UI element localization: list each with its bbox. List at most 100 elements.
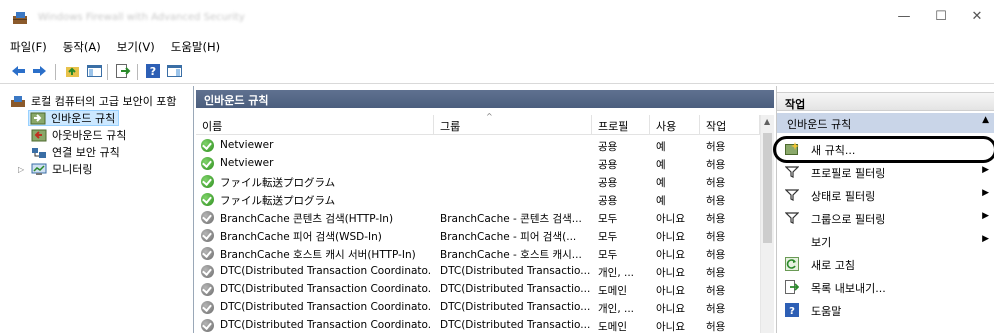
rules-vertical-scrollbar[interactable]: ▲ bbox=[760, 115, 774, 333]
menu-action[interactable]: 동작(A) bbox=[53, 36, 107, 56]
action-item[interactable]: 목록 내보내기... bbox=[777, 276, 994, 298]
cell-profile: 모두 bbox=[598, 231, 618, 243]
column-header-name[interactable]: 이름 bbox=[196, 115, 434, 134]
cell-action: 허용 bbox=[706, 159, 726, 171]
svg-text:?: ? bbox=[789, 306, 795, 317]
table-row[interactable]: ファイル転送プログラム 공용 예 허용 bbox=[196, 173, 760, 191]
tree-item-label: 인바운드 규칙 bbox=[51, 112, 116, 125]
actions-section-inbound-rules[interactable]: 인바운드 규칙 ▲ bbox=[777, 113, 994, 133]
action-item[interactable]: 프로필로 필터링 ▶ bbox=[777, 161, 994, 183]
tree-item-outbound-rules[interactable]: 아웃바운드 규칙 bbox=[31, 127, 126, 143]
filter-icon bbox=[785, 166, 799, 178]
rule-disabled-icon bbox=[201, 211, 214, 224]
action-item[interactable]: ? 도움말 bbox=[777, 299, 994, 321]
tree-item-label: 연결 보안 규칙 bbox=[52, 146, 120, 159]
cell-name: DTC(Distributed Transaction Coordinato..… bbox=[220, 301, 432, 313]
cell-group: BranchCache - 호스트 캐시... bbox=[440, 249, 582, 261]
action-item[interactable]: 그룹으로 필터링 ▶ bbox=[777, 207, 994, 229]
tree-item-connection-security-rules[interactable]: 연결 보안 규칙 bbox=[31, 144, 120, 160]
menu-view[interactable]: 보기(V) bbox=[107, 36, 161, 56]
tree-item-monitoring[interactable]: 모니터링 bbox=[31, 161, 92, 177]
cell-enabled: 예 bbox=[656, 141, 666, 153]
column-header-action[interactable]: 작업 bbox=[700, 115, 760, 134]
column-header-group[interactable]: 그룹 bbox=[434, 115, 592, 134]
cell-group: DTC(Distributed Transactio... bbox=[440, 301, 590, 313]
table-row[interactable]: DTC(Distributed Transaction Coordinato..… bbox=[196, 299, 760, 317]
action-item-label: 그룹으로 필터링 bbox=[811, 213, 886, 226]
action-item[interactable]: 보기 ▶ bbox=[777, 230, 994, 252]
scroll-up-icon[interactable]: ▲ bbox=[764, 117, 770, 126]
maximize-button[interactable]: ☐ bbox=[929, 8, 953, 26]
submenu-arrow-icon: ▶ bbox=[982, 211, 989, 221]
submenu-arrow-icon: ▶ bbox=[982, 234, 989, 244]
cell-name: DTC(Distributed Transaction Coordinato..… bbox=[220, 265, 432, 277]
cell-name: ファイル転送プログラム bbox=[220, 177, 336, 189]
cell-profile: 모두 bbox=[598, 213, 618, 225]
actions-panel: 작업 인바운드 규칙 ▲ 새 규칙... 프로필로 필터링 ▶ 상태로 필터링 ▶ 그룹으… bbox=[773, 86, 994, 333]
cell-action: 허용 bbox=[706, 195, 726, 207]
actions-title: 작업 bbox=[777, 92, 994, 111]
rules-panel: 인바운드 규칙 이름 그룹 프로필 사용 작업 ^ Netviewer 공용 예 허용… bbox=[196, 86, 774, 333]
menu-file[interactable]: 파일(F) bbox=[0, 36, 53, 56]
scrollbar-thumb[interactable] bbox=[763, 133, 772, 243]
navigation-tree: 로컬 컴퓨터의 고급 보안이 포함 인바운드 규칙 아웃바운드 규칙 연결 보안… bbox=[0, 86, 194, 333]
close-button[interactable]: ✕ bbox=[965, 8, 989, 26]
table-row[interactable]: DTC(Distributed Transaction Coordinato..… bbox=[196, 281, 760, 299]
collapse-up-icon[interactable]: ▲ bbox=[982, 115, 989, 125]
menu-help[interactable]: 도움말(H) bbox=[161, 36, 226, 56]
table-row[interactable]: BranchCache 콘텐츠 검색(HTTP-In) BranchCache -… bbox=[196, 209, 760, 227]
toolbar-separator bbox=[55, 64, 56, 80]
cell-group: DTC(Distributed Transactio... bbox=[440, 265, 590, 277]
minimize-button[interactable]: — bbox=[892, 8, 916, 26]
cell-group: BranchCache - 콘텐츠 검색... bbox=[440, 213, 582, 225]
cell-enabled: 예 bbox=[656, 195, 666, 207]
column-header-profile[interactable]: 프로필 bbox=[592, 115, 650, 134]
cell-action: 허용 bbox=[706, 249, 726, 261]
table-row[interactable]: BranchCache 호스트 캐시 서버(HTTP-In) BranchCach… bbox=[196, 245, 760, 263]
cell-name: Netviewer bbox=[220, 139, 274, 151]
cell-action: 허용 bbox=[706, 177, 726, 189]
properties-panel-icon[interactable] bbox=[166, 63, 183, 79]
tree-item-label: 모니터링 bbox=[52, 163, 93, 176]
forward-arrow-icon[interactable] bbox=[31, 63, 48, 79]
connection-security-icon bbox=[32, 147, 46, 158]
action-item[interactable]: 상태로 필터링 ▶ bbox=[777, 184, 994, 206]
show-hide-tree-icon[interactable] bbox=[86, 63, 103, 79]
tree-root-local-computer[interactable]: 로컬 컴퓨터의 고급 보안이 포함 bbox=[10, 93, 177, 109]
table-row[interactable]: DTC(Distributed Transaction Coordinato..… bbox=[196, 317, 760, 333]
action-item-label: 새로 고침 bbox=[811, 259, 855, 272]
export-list-icon[interactable] bbox=[114, 63, 131, 79]
outbound-rules-icon bbox=[31, 129, 47, 141]
cell-profile: 모두 bbox=[598, 249, 618, 261]
toolbar-separator bbox=[107, 64, 108, 80]
back-arrow-icon[interactable] bbox=[10, 63, 27, 79]
help-icon[interactable]: ? bbox=[145, 63, 162, 79]
action-item-label: 목록 내보내기... bbox=[811, 282, 886, 295]
menu-bar: 파일(F) 동작(A) 보기(V) 도움말(H) bbox=[0, 36, 226, 56]
column-header-enabled[interactable]: 사용 bbox=[650, 115, 700, 134]
cell-enabled: 예 bbox=[656, 159, 666, 171]
cell-action: 허용 bbox=[706, 141, 726, 153]
action-item[interactable]: 새로 고침 bbox=[777, 253, 994, 275]
up-folder-icon[interactable] bbox=[64, 63, 81, 79]
table-row[interactable]: ファイル転送プログラム 공용 예 허용 bbox=[196, 191, 760, 209]
firewall-app-icon bbox=[13, 12, 27, 24]
actions-section-label: 인바운드 규칙 bbox=[787, 118, 852, 131]
table-row[interactable]: Netviewer 공용 예 허용 bbox=[196, 155, 760, 173]
cell-group: BranchCache - 피어 검색(... bbox=[440, 231, 577, 243]
cell-enabled: 아니요 bbox=[656, 267, 685, 279]
cell-name: DTC(Distributed Transaction Coordinato..… bbox=[220, 283, 432, 295]
filter-icon bbox=[785, 189, 799, 201]
table-row[interactable]: BranchCache 피어 검색(WSD-In) BranchCache - 피… bbox=[196, 227, 760, 245]
refresh-icon bbox=[785, 257, 799, 271]
tree-item-inbound-rules[interactable]: 인바운드 규칙 bbox=[28, 110, 120, 126]
help-icon: ? bbox=[785, 303, 799, 317]
tree-item-label: 아웃바운드 규칙 bbox=[52, 129, 127, 142]
cell-action: 허용 bbox=[706, 231, 726, 243]
monitoring-expander-icon[interactable]: ▷ bbox=[18, 165, 24, 174]
cell-enabled: 아니요 bbox=[656, 285, 685, 297]
submenu-arrow-icon: ▶ bbox=[982, 188, 989, 198]
table-row[interactable]: Netviewer 공용 예 허용 bbox=[196, 137, 760, 155]
table-row[interactable]: DTC(Distributed Transaction Coordinato..… bbox=[196, 263, 760, 281]
action-item-label: 보기 bbox=[811, 236, 832, 249]
